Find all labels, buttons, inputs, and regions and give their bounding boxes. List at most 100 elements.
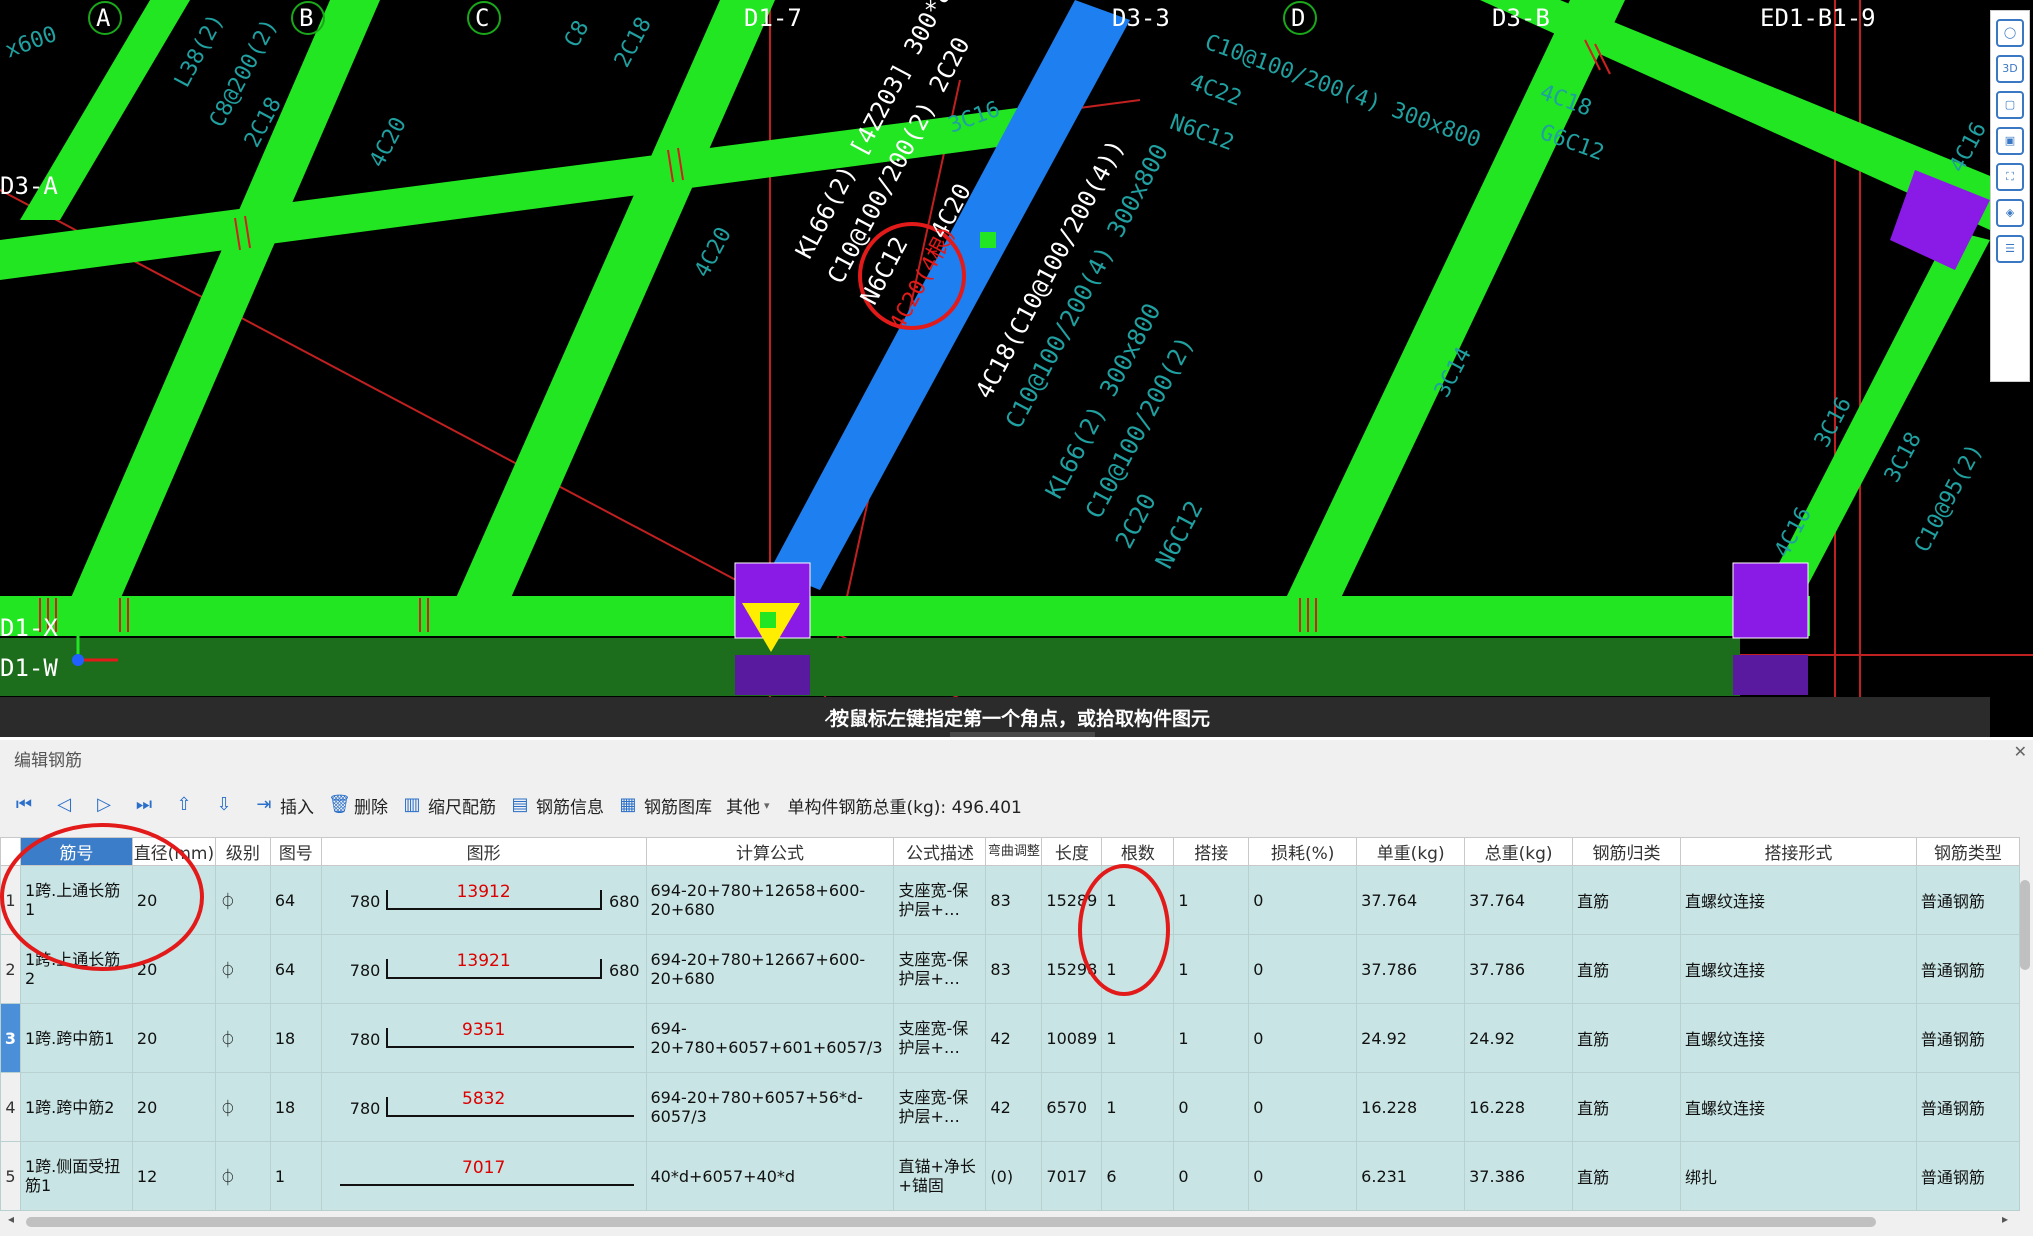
- cell-loss[interactable]: 0: [1248, 1141, 1358, 1211]
- cell-count[interactable]: 1: [1101, 1072, 1175, 1142]
- cell-grade[interactable]: ⏀: [214, 1003, 271, 1073]
- cell-type[interactable]: 普通钢筋: [1915, 1003, 2021, 1073]
- cell-type[interactable]: 普通钢筋: [1915, 1072, 2021, 1142]
- column-header[interactable]: 钢筋归类: [1572, 837, 1682, 866]
- table-row[interactable]: 2 1跨.上通长筋2 20 ⏀ 64 780 13921 680 694-20+780+1266…: [0, 934, 2021, 1004]
- cell-shape[interactable]: 7017: [320, 1141, 647, 1211]
- cell-category[interactable]: 直筋: [1572, 934, 1682, 1004]
- cell-type[interactable]: 普通钢筋: [1915, 934, 2021, 1004]
- cell-lap[interactable]: 1: [1173, 865, 1250, 935]
- scroll-thumb[interactable]: [26, 1217, 1876, 1227]
- cell-type[interactable]: 普通钢筋: [1915, 865, 2021, 935]
- scroll-right-icon[interactable]: ▸: [2002, 1212, 2008, 1226]
- cell-grade[interactable]: ⏀: [214, 1141, 271, 1211]
- layer-icon[interactable]: ◈: [1996, 199, 2024, 227]
- column-header[interactable]: 直径(mm): [131, 837, 216, 866]
- cell-shape[interactable]: 780 9351: [320, 1003, 647, 1073]
- cell-unit-weight[interactable]: 24.92: [1356, 1003, 1466, 1073]
- column-header[interactable]: 弯曲调整: [985, 837, 1043, 866]
- row-number[interactable]: 2: [0, 934, 21, 1004]
- cell-total-weight[interactable]: 37.786: [1464, 934, 1574, 1004]
- cell-loss[interactable]: 0: [1248, 865, 1358, 935]
- prev-record-button[interactable]: ◁: [54, 795, 80, 815]
- cad-viewport[interactable]: A B C D1-7 D3-3 D D3-B ED1-B1-9 D3-A D1-…: [0, 0, 2033, 737]
- cell-diameter[interactable]: 20: [131, 865, 216, 935]
- cell-bar-no[interactable]: 1跨.上通长筋1: [19, 865, 133, 935]
- cell-bend-adjust[interactable]: 83: [985, 865, 1043, 935]
- column-header[interactable]: 单重(kg): [1356, 837, 1466, 866]
- cell-grade[interactable]: ⏀: [214, 934, 271, 1004]
- cell-formula-desc[interactable]: 支座宽-保护层+…: [893, 865, 987, 935]
- next-record-button[interactable]: ▷: [94, 795, 120, 815]
- scroll-left-icon[interactable]: ◂: [8, 1212, 14, 1226]
- cell-figure-no[interactable]: 18: [269, 1003, 322, 1073]
- scale-rebar-button[interactable]: ▥ 缩尺配筋: [402, 793, 496, 818]
- cell-bar-no[interactable]: 1跨.跨中筋2: [19, 1072, 133, 1142]
- close-icon[interactable]: ✕: [2014, 742, 2027, 761]
- cell-figure-no[interactable]: 1: [269, 1141, 322, 1211]
- cell-lap-form[interactable]: 绑扎: [1680, 1141, 1917, 1211]
- table-row[interactable]: 3 1跨.跨中筋1 20 ⏀ 18 780 9351 694-20+780+6057+601+…: [0, 1003, 2021, 1073]
- cell-length[interactable]: 15298: [1041, 934, 1103, 1004]
- column-header[interactable]: 根数: [1101, 837, 1175, 866]
- cell-bend-adjust[interactable]: 42: [985, 1003, 1043, 1073]
- table-row[interactable]: 4 1跨.跨中筋2 20 ⏀ 18 780 5832 694-20+780+6057+56*d…: [0, 1072, 2021, 1142]
- cell-unit-weight[interactable]: 16.228: [1356, 1072, 1466, 1142]
- cell-length[interactable]: 7017: [1041, 1141, 1103, 1211]
- cell-total-weight[interactable]: 37.386: [1464, 1141, 1574, 1211]
- cell-type[interactable]: 普通钢筋: [1915, 1141, 2021, 1211]
- cell-total-weight[interactable]: 37.764: [1464, 865, 1574, 935]
- properties-icon[interactable]: ☰: [1996, 235, 2024, 263]
- other-dropdown[interactable]: 其他 ▾: [726, 793, 770, 818]
- cell-count[interactable]: 1: [1101, 1003, 1175, 1073]
- column-header[interactable]: 搭接: [1173, 837, 1250, 866]
- cell-bar-no[interactable]: 1跨.侧面受扭筋1: [19, 1141, 133, 1211]
- cell-loss[interactable]: 0: [1248, 934, 1358, 1004]
- box-view-icon[interactable]: ▢: [1996, 91, 2024, 119]
- cell-grade[interactable]: ⏀: [214, 865, 271, 935]
- cell-lap-form[interactable]: 直螺纹连接: [1680, 865, 1917, 935]
- cell-count[interactable]: 6: [1101, 1141, 1175, 1211]
- cell-loss[interactable]: 0: [1248, 1003, 1358, 1073]
- vertical-scrollbar[interactable]: [2018, 860, 2032, 1140]
- cell-count[interactable]: 1: [1101, 865, 1175, 935]
- cell-formula[interactable]: 694-20+780+12667+600-20+680: [645, 934, 895, 1004]
- column-header[interactable]: 筋号: [19, 837, 133, 866]
- cell-lap[interactable]: 1: [1173, 934, 1250, 1004]
- cell-lap-form[interactable]: 直螺纹连接: [1680, 1003, 1917, 1073]
- cell-unit-weight[interactable]: 37.786: [1356, 934, 1466, 1004]
- first-record-button[interactable]: ⏮: [14, 795, 40, 815]
- cell-category[interactable]: 直筋: [1572, 1003, 1682, 1073]
- cell-unit-weight[interactable]: 6.231: [1356, 1141, 1466, 1211]
- 3d-view-icon[interactable]: 3D: [1996, 55, 2024, 83]
- cube-view-icon[interactable]: ▣: [1996, 127, 2024, 155]
- row-number[interactable]: 1: [0, 865, 21, 935]
- cell-figure-no[interactable]: 64: [269, 934, 322, 1004]
- cell-formula-desc[interactable]: 支座宽-保护层+…: [893, 1003, 987, 1073]
- cell-length[interactable]: 10089: [1041, 1003, 1103, 1073]
- cell-bar-no[interactable]: 1跨.上通长筋2: [19, 934, 133, 1004]
- column-header[interactable]: 损耗(%): [1248, 837, 1358, 866]
- fit-view-icon[interactable]: ⛶: [1996, 163, 2024, 191]
- rotate-view-icon[interactable]: ◯: [1996, 19, 2024, 47]
- cell-formula-desc[interactable]: 直锚+净长+锚固: [893, 1141, 987, 1211]
- row-number[interactable]: 4: [0, 1072, 21, 1142]
- cell-diameter[interactable]: 20: [131, 934, 216, 1004]
- cell-total-weight[interactable]: 24.92: [1464, 1003, 1574, 1073]
- cell-figure-no[interactable]: 64: [269, 865, 322, 935]
- cell-total-weight[interactable]: 16.228: [1464, 1072, 1574, 1142]
- cad-drawing[interactable]: [0, 0, 2033, 737]
- row-number[interactable]: 3: [0, 1003, 21, 1073]
- cell-bar-no[interactable]: 1跨.跨中筋1: [19, 1003, 133, 1073]
- cell-bend-adjust[interactable]: 42: [985, 1072, 1043, 1142]
- last-record-button[interactable]: ⏭: [134, 795, 160, 815]
- cell-diameter[interactable]: 20: [131, 1003, 216, 1073]
- cell-formula[interactable]: 694-20+780+6057+56*d-6057/3: [645, 1072, 895, 1142]
- cell-lap[interactable]: 0: [1173, 1141, 1250, 1211]
- cell-lap[interactable]: 0: [1173, 1072, 1250, 1142]
- cell-loss[interactable]: 0: [1248, 1072, 1358, 1142]
- cell-grade[interactable]: ⏀: [214, 1072, 271, 1142]
- cell-count[interactable]: 1: [1101, 934, 1175, 1004]
- cell-bend-adjust[interactable]: 83: [985, 934, 1043, 1004]
- cell-lap-form[interactable]: 直螺纹连接: [1680, 1072, 1917, 1142]
